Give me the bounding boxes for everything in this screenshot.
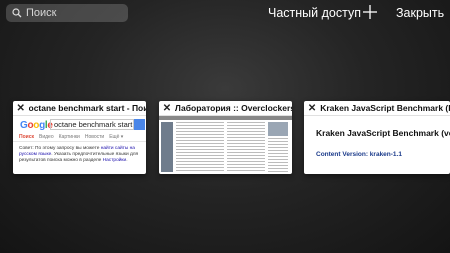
tab-title: octane benchmark start - Поиск...	[28, 103, 147, 113]
google-search-box: octane benchmark start	[50, 119, 134, 130]
private-browsing-button[interactable]: Частный доступ	[268, 6, 361, 20]
google-search-button	[134, 119, 145, 130]
tab-card-overclockers[interactable]: ✕ Лаборатория :: Overclockers.ru	[159, 101, 292, 174]
google-logo: Google	[20, 120, 53, 131]
google-nav-item: Картинки	[58, 134, 80, 140]
tab-card-kraken[interactable]: ✕ Kraken JavaScript Benchmark (k... Krak…	[304, 101, 450, 174]
tab-card-google[interactable]: ✕ octane benchmark start - Поиск... Goog…	[13, 101, 146, 174]
site-sidebar-image	[161, 122, 173, 172]
search-placeholder: Поиск	[26, 7, 57, 19]
tab-card-header: ✕ Kraken JavaScript Benchmark (k...	[304, 101, 450, 116]
close-tab-icon[interactable]: ✕	[162, 103, 172, 114]
tab-card-header: ✕ octane benchmark start - Поиск...	[13, 101, 146, 116]
tip-link: Настройки	[102, 158, 127, 163]
site-text-column	[227, 122, 265, 172]
google-nav-item: Новости	[84, 134, 105, 140]
site-text-column	[268, 138, 288, 172]
tab-title: Лаборатория :: Overclockers.ru	[174, 103, 292, 113]
tab-preview: Google octane benchmark start Поиск Виде…	[13, 116, 146, 174]
google-nav-item: Ещё ▾	[109, 134, 124, 140]
tab-preview	[159, 116, 292, 174]
site-header-bar	[159, 116, 292, 120]
plus-icon	[363, 5, 377, 19]
tip-text: Совет: По этому запросу вы можете	[19, 146, 101, 151]
close-button[interactable]: Закрыть	[396, 6, 444, 20]
site-thumbnail	[268, 122, 288, 136]
tip-text: .	[126, 158, 128, 163]
close-tab-icon[interactable]: ✕	[16, 103, 26, 114]
google-nav: Поиск Видео Картинки Новости Ещё ▾	[19, 134, 123, 140]
close-tab-icon[interactable]: ✕	[307, 103, 317, 114]
tab-card-header: ✕ Лаборатория :: Overclockers.ru	[159, 101, 292, 116]
search-input[interactable]: Поиск	[6, 4, 128, 22]
divider	[13, 141, 146, 142]
site-text-column	[176, 122, 224, 172]
search-icon	[12, 8, 22, 18]
google-nav-item: Видео	[39, 134, 54, 140]
page-heading: Kraken JavaScript Benchmark (ve	[316, 128, 450, 138]
google-nav-item: Поиск	[19, 134, 35, 140]
tab-preview: Kraken JavaScript Benchmark (ve Content …	[304, 116, 450, 174]
google-tip: Совет: По этому запросу вы можете найти …	[19, 146, 139, 164]
content-version: Content Version: kraken-1.1	[316, 151, 402, 158]
tab-title: Kraken JavaScript Benchmark (k...	[320, 103, 450, 113]
new-tab-button[interactable]	[362, 4, 378, 20]
